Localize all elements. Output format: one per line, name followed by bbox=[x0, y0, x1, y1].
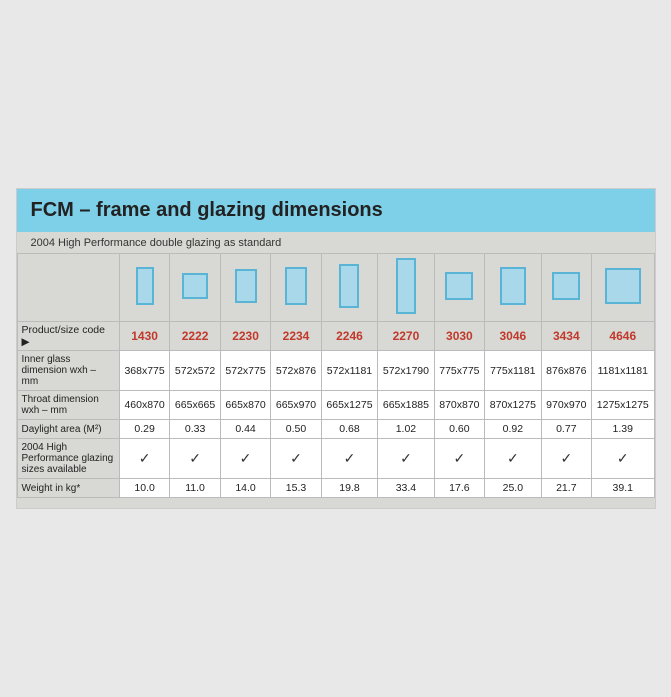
inner-glass-3046: 775x1181 bbox=[485, 351, 541, 391]
subtitle: 2004 High Performance double glazing as … bbox=[17, 232, 655, 253]
daylight-3434: 0.77 bbox=[541, 420, 591, 439]
throat-2230: 665x870 bbox=[220, 391, 270, 420]
daylight-row: Daylight area (M²) 0.29 0.33 0.44 0.50 0… bbox=[17, 420, 654, 439]
weight-label: Weight in kg* bbox=[17, 479, 119, 498]
code-2222: 2222 bbox=[170, 322, 220, 351]
product-code-row: Product/size code ▶ 1430 2222 2230 2234 … bbox=[17, 322, 654, 351]
weight-2222: 11.0 bbox=[170, 479, 220, 498]
window-icon-2230 bbox=[220, 254, 270, 322]
daylight-label: Daylight area (M²) bbox=[17, 420, 119, 439]
inner-glass-4646: 1181x1181 bbox=[592, 351, 654, 391]
weight-2246: 19.8 bbox=[321, 479, 377, 498]
throat-4646: 1275x1275 bbox=[592, 391, 654, 420]
hp-2234: ✓ bbox=[271, 439, 321, 479]
code-2234: 2234 bbox=[271, 322, 321, 351]
throat-2246: 665x1275 bbox=[321, 391, 377, 420]
code-3434: 3434 bbox=[541, 322, 591, 351]
weight-1430: 10.0 bbox=[119, 479, 169, 498]
inner-glass-2246: 572x1181 bbox=[321, 351, 377, 391]
daylight-3046: 0.92 bbox=[485, 420, 541, 439]
inner-glass-1430: 368x775 bbox=[119, 351, 169, 391]
hp-1430: ✓ bbox=[119, 439, 169, 479]
weight-3434: 21.7 bbox=[541, 479, 591, 498]
window-icon-2246 bbox=[321, 254, 377, 322]
weight-3030: 17.6 bbox=[434, 479, 484, 498]
throat-label: Throat dimension wxh – mm bbox=[17, 391, 119, 420]
title-bar: FCM – frame and glazing dimensions bbox=[17, 189, 655, 232]
throat-3434: 970x970 bbox=[541, 391, 591, 420]
dimensions-table: Product/size code ▶ 1430 2222 2230 2234 … bbox=[17, 253, 655, 498]
window-icon-3030 bbox=[434, 254, 484, 322]
weight-2234: 15.3 bbox=[271, 479, 321, 498]
inner-glass-label: Inner glass dimension wxh – mm bbox=[17, 351, 119, 391]
code-1430: 1430 bbox=[119, 322, 169, 351]
throat-2234: 665x970 bbox=[271, 391, 321, 420]
window-icon-1430 bbox=[119, 254, 169, 322]
inner-glass-2222: 572x572 bbox=[170, 351, 220, 391]
main-container: FCM – frame and glazing dimensions 2004 … bbox=[16, 188, 656, 509]
hp-2222: ✓ bbox=[170, 439, 220, 479]
window-icon-4646 bbox=[592, 254, 654, 322]
window-icon-2270 bbox=[378, 254, 434, 322]
hp-3434: ✓ bbox=[541, 439, 591, 479]
daylight-2230: 0.44 bbox=[220, 420, 270, 439]
inner-glass-2270: 572x1790 bbox=[378, 351, 434, 391]
hp-2246: ✓ bbox=[321, 439, 377, 479]
daylight-4646: 1.39 bbox=[592, 420, 654, 439]
page-title: FCM – frame and glazing dimensions bbox=[31, 199, 641, 222]
hp-3030: ✓ bbox=[434, 439, 484, 479]
inner-glass-2234: 572x876 bbox=[271, 351, 321, 391]
throat-3030: 870x870 bbox=[434, 391, 484, 420]
weight-4646: 39.1 bbox=[592, 479, 654, 498]
icon-row bbox=[17, 254, 654, 322]
inner-glass-3434: 876x876 bbox=[541, 351, 591, 391]
hp-4646: ✓ bbox=[592, 439, 654, 479]
inner-glass-row: Inner glass dimension wxh – mm 368x775 5… bbox=[17, 351, 654, 391]
throat-2222: 665x665 bbox=[170, 391, 220, 420]
code-2270: 2270 bbox=[378, 322, 434, 351]
daylight-3030: 0.60 bbox=[434, 420, 484, 439]
daylight-2234: 0.50 bbox=[271, 420, 321, 439]
code-3046: 3046 bbox=[485, 322, 541, 351]
code-2230: 2230 bbox=[220, 322, 270, 351]
hp-2230: ✓ bbox=[220, 439, 270, 479]
daylight-2222: 0.33 bbox=[170, 420, 220, 439]
weight-3046: 25.0 bbox=[485, 479, 541, 498]
weight-2270: 33.4 bbox=[378, 479, 434, 498]
throat-row: Throat dimension wxh – mm 460x870 665x66… bbox=[17, 391, 654, 420]
hp-glazing-row: 2004 High Performance glazing sizes avai… bbox=[17, 439, 654, 479]
window-icon-2222 bbox=[170, 254, 220, 322]
daylight-2246: 0.68 bbox=[321, 420, 377, 439]
throat-1430: 460x870 bbox=[119, 391, 169, 420]
code-3030: 3030 bbox=[434, 322, 484, 351]
hp-3046: ✓ bbox=[485, 439, 541, 479]
window-icon-3434 bbox=[541, 254, 591, 322]
code-4646: 4646 bbox=[592, 322, 654, 351]
weight-2230: 14.0 bbox=[220, 479, 270, 498]
product-row-label: Product/size code ▶ bbox=[17, 322, 119, 351]
inner-glass-2230: 572x775 bbox=[220, 351, 270, 391]
table-wrapper: Product/size code ▶ 1430 2222 2230 2234 … bbox=[17, 253, 655, 508]
window-icon-2234 bbox=[271, 254, 321, 322]
daylight-2270: 1.02 bbox=[378, 420, 434, 439]
icon-label-cell bbox=[17, 254, 119, 322]
weight-row: Weight in kg* 10.0 11.0 14.0 15.3 19.8 3… bbox=[17, 479, 654, 498]
daylight-1430: 0.29 bbox=[119, 420, 169, 439]
code-2246: 2246 bbox=[321, 322, 377, 351]
hp-glazing-label: 2004 High Performance glazing sizes avai… bbox=[17, 439, 119, 479]
throat-3046: 870x1275 bbox=[485, 391, 541, 420]
inner-glass-3030: 775x775 bbox=[434, 351, 484, 391]
throat-2270: 665x1885 bbox=[378, 391, 434, 420]
window-icon-3046 bbox=[485, 254, 541, 322]
hp-2270: ✓ bbox=[378, 439, 434, 479]
